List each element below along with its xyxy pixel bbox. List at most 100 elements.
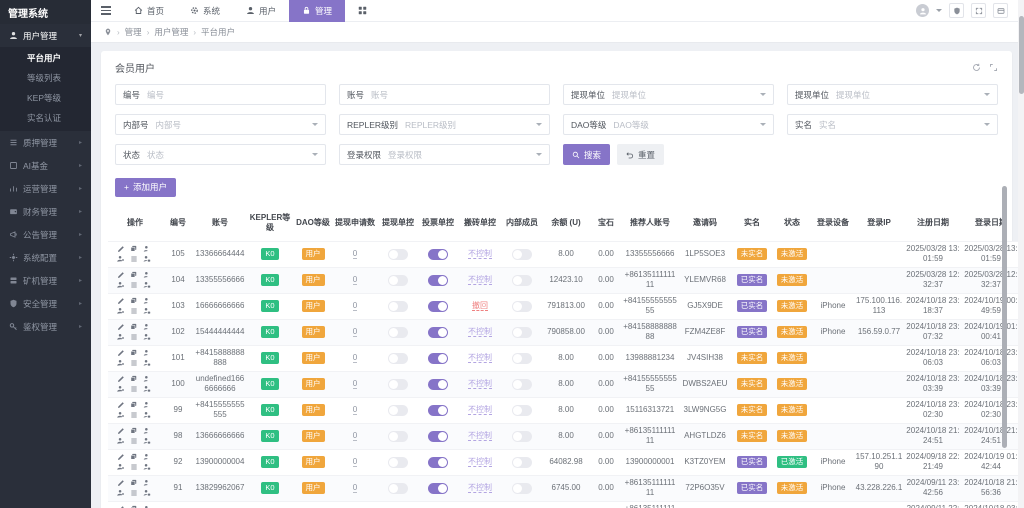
copy-icon[interactable] [130, 323, 140, 331]
toggle-switch[interactable] [388, 274, 408, 286]
nav-item-首页[interactable]: 首页 [121, 0, 177, 22]
withdraw-count-link[interactable]: 0 [352, 275, 358, 285]
sidebar-item-鉴权管理[interactable]: 鉴权管理 ▸ [0, 315, 91, 338]
list-icon[interactable] [130, 281, 140, 289]
list-icon[interactable] [130, 385, 140, 393]
toggle-switch[interactable] [388, 352, 408, 364]
toggle-switch[interactable] [388, 300, 408, 312]
copy-icon[interactable] [130, 297, 140, 305]
list-icon[interactable] [130, 333, 140, 341]
toggle-switch[interactable] [388, 430, 408, 442]
user-lock-icon[interactable] [143, 307, 153, 315]
filter-select-实名[interactable]: 实名 [819, 119, 984, 131]
search-button[interactable]: 搜索 [563, 144, 611, 165]
edit-icon[interactable] [117, 245, 127, 253]
toggle-switch[interactable] [428, 274, 448, 286]
list-icon[interactable] [130, 359, 140, 367]
brick-ctl-link[interactable]: 不控制 [468, 405, 492, 415]
toggle-switch[interactable] [388, 456, 408, 468]
toggle-switch[interactable] [428, 430, 448, 442]
fullscreen-button[interactable] [971, 3, 986, 18]
breadcrumb-item[interactable]: 用户管理 [154, 26, 188, 38]
sidebar-item-公告管理[interactable]: 公告管理 ▸ [0, 223, 91, 246]
toggle-switch[interactable] [388, 404, 408, 416]
list-icon[interactable] [130, 463, 140, 471]
user-arrow-icon[interactable] [143, 349, 153, 357]
user-arrow-icon[interactable] [143, 479, 153, 487]
withdraw-count-link[interactable]: 0 [352, 249, 358, 259]
user-arrow-icon[interactable] [143, 401, 153, 409]
reset-button[interactable]: 重置 [617, 144, 665, 165]
toggle-switch[interactable] [512, 430, 532, 442]
edit-icon[interactable] [117, 479, 127, 487]
edit-icon[interactable] [117, 271, 127, 279]
user-lock-icon[interactable] [143, 489, 153, 497]
copy-icon[interactable] [130, 271, 140, 279]
toggle-switch[interactable] [512, 300, 532, 312]
withdraw-count-link[interactable]: 0 [352, 483, 358, 493]
filter-input-编号[interactable] [147, 89, 325, 100]
user-arrow-icon[interactable] [143, 453, 153, 461]
user-lock-icon[interactable] [143, 411, 153, 419]
filter-input-账号[interactable] [371, 89, 549, 100]
filter-select-REPLER级别[interactable]: REPLER级别 [405, 119, 536, 131]
toggle-switch[interactable] [512, 352, 532, 364]
collapse-icon[interactable] [989, 63, 998, 72]
withdraw-count-link[interactable]: 0 [352, 327, 358, 337]
copy-icon[interactable] [130, 349, 140, 357]
user-lock-icon[interactable] [143, 359, 153, 367]
avatar[interactable] [916, 4, 929, 17]
brick-ctl-link[interactable]: 不控制 [468, 483, 492, 493]
filter-select-提现单位[interactable]: 提现单位 [836, 89, 984, 101]
brick-ctl-link[interactable]: 不控制 [468, 353, 492, 363]
toggle-switch[interactable] [512, 326, 532, 338]
filter-select-内部号[interactable]: 内部号 [156, 119, 312, 131]
user-arrow-icon[interactable] [143, 375, 153, 383]
sidebar-item-财务管理[interactable]: 财务管理 ▸ [0, 200, 91, 223]
sidebar-item-运营管理[interactable]: 运营管理 ▸ [0, 177, 91, 200]
filter-select-登录权限[interactable]: 登录权限 [388, 149, 536, 161]
withdraw-count-link[interactable]: 0 [352, 457, 358, 467]
sidebar-item-质押管理[interactable]: 质押管理 ▸ [0, 131, 91, 154]
toggle-switch[interactable] [428, 404, 448, 416]
user-lock-icon[interactable] [143, 281, 153, 289]
user-lock-icon[interactable] [143, 255, 153, 263]
sidebar-item-安全管理[interactable]: 安全管理 ▸ [0, 292, 91, 315]
sidebar-subitem-KEP等级[interactable]: KEP等级 [0, 88, 91, 108]
toggle-switch[interactable] [428, 352, 448, 364]
edit-icon[interactable] [117, 427, 127, 435]
brick-ctl-link[interactable]: 不控制 [468, 431, 492, 441]
brick-ctl-link[interactable]: 撤回 [472, 301, 488, 311]
user-add-icon[interactable] [117, 255, 127, 263]
refresh-icon[interactable] [972, 63, 981, 72]
toggle-switch[interactable] [428, 326, 448, 338]
list-icon[interactable] [130, 489, 140, 497]
user-arrow-icon[interactable] [143, 297, 153, 305]
user-add-icon[interactable] [117, 437, 127, 445]
sidebar-item-AI基金[interactable]: AI基金 ▸ [0, 154, 91, 177]
user-arrow-icon[interactable] [143, 271, 153, 279]
user-lock-icon[interactable] [143, 463, 153, 471]
brick-ctl-link[interactable]: 不控制 [468, 457, 492, 467]
edit-icon[interactable] [117, 349, 127, 357]
toggle-switch[interactable] [428, 378, 448, 390]
copy-icon[interactable] [130, 401, 140, 409]
add-user-button[interactable]: + 添加用户 [115, 177, 176, 197]
layout-button[interactable] [993, 3, 1008, 18]
toggle-switch[interactable] [428, 456, 448, 468]
brick-ctl-link[interactable]: 不控制 [468, 249, 492, 259]
toggle-switch[interactable] [428, 300, 448, 312]
edit-icon[interactable] [117, 453, 127, 461]
edit-icon[interactable] [117, 401, 127, 409]
toggle-switch[interactable] [428, 248, 448, 260]
toggle-switch[interactable] [512, 378, 532, 390]
filter-select-提现单位[interactable]: 提现单位 [612, 89, 760, 101]
hamburger-icon[interactable] [91, 6, 121, 15]
withdraw-count-link[interactable]: 0 [352, 431, 358, 441]
filter-select-状态[interactable]: 状态 [147, 149, 312, 161]
list-icon[interactable] [130, 307, 140, 315]
toggle-switch[interactable] [428, 482, 448, 494]
nav-item-管理[interactable]: 管理 [289, 0, 346, 22]
list-icon[interactable] [130, 255, 140, 263]
withdraw-count-link[interactable]: 0 [352, 353, 358, 363]
